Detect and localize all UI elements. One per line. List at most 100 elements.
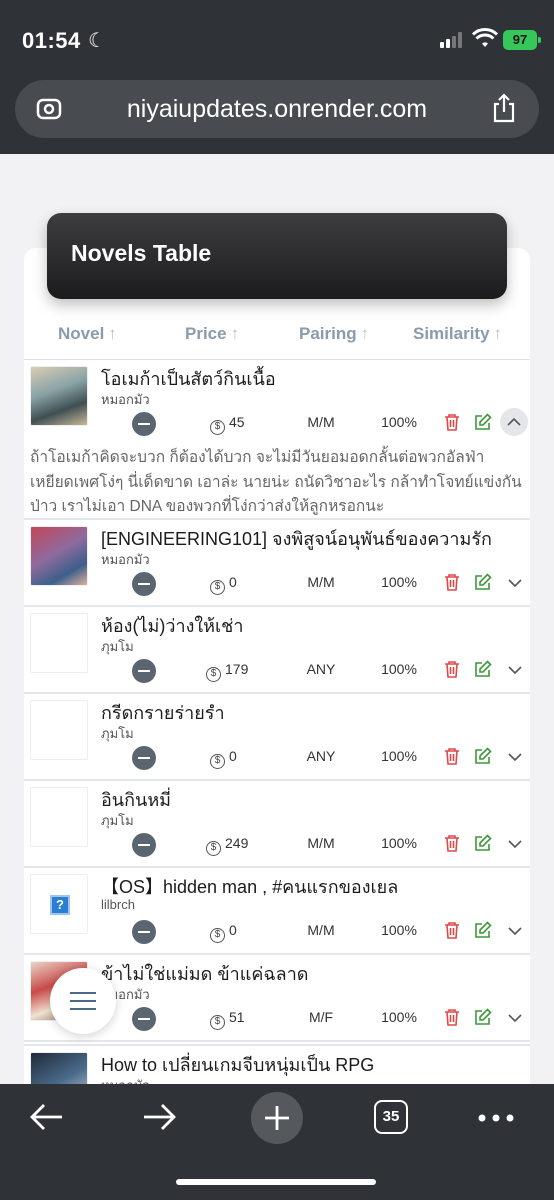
novel-author: ภุมโม — [101, 639, 134, 654]
table-row[interactable]: โอเมก้าเป็นสัตว์กินเนื้อ หมอกมัว $45 M/M… — [24, 360, 530, 520]
coin-icon: $ — [210, 754, 225, 769]
coin-icon: $ — [210, 420, 225, 435]
novel-cover-image — [30, 787, 88, 847]
price-value: 51 — [229, 1009, 245, 1025]
hamburger-line — [70, 1008, 96, 1010]
trash-icon[interactable] — [444, 573, 460, 591]
moon-icon: ☾ — [88, 30, 106, 52]
tab-switcher-button[interactable]: 35 — [374, 1100, 408, 1134]
hamburger-line — [70, 1000, 96, 1002]
column-header-similarity[interactable]: Similarity ↑ — [413, 324, 502, 344]
coin-icon: $ — [206, 667, 221, 682]
novel-title[interactable]: [ENGINEERING101] จงพิสูจน์อนุพันธ์ของควา… — [101, 524, 492, 553]
trash-icon[interactable] — [444, 921, 460, 939]
similarity: 100% — [381, 748, 417, 764]
chevron-down-icon[interactable] — [504, 920, 526, 942]
novel-description: ถ้าโอเมก้าคิดจะบวก ก็ต้องได้บวก จะไม่มีว… — [30, 449, 522, 515]
edit-icon[interactable] — [474, 1008, 492, 1026]
sort-arrow-icon: ↑ — [493, 324, 503, 343]
trash-icon[interactable] — [444, 747, 460, 765]
price: $51 — [210, 1009, 245, 1030]
chevron-down-icon[interactable] — [504, 746, 526, 768]
battery-indicator: 97 — [503, 30, 541, 50]
trash-icon[interactable] — [444, 834, 460, 852]
chevron-down-icon[interactable] — [504, 659, 526, 681]
sort-arrow-icon: ↑ — [360, 324, 370, 343]
back-arrow-icon[interactable] — [28, 1102, 64, 1132]
price-value: 45 — [229, 414, 245, 430]
table-row[interactable]: How to เปลี่ยนเกมจีบหนุ่มเป็น RPG หมอกมั… — [24, 1044, 530, 1084]
remove-button[interactable] — [132, 833, 156, 857]
novel-title[interactable]: 【OS】hidden man , #คนแรกของเยล — [101, 872, 398, 901]
url-text[interactable]: niyaiupdates.onrender.com — [15, 95, 539, 124]
collapse-button[interactable] — [500, 408, 528, 436]
more-options-icon[interactable] — [478, 1114, 514, 1122]
column-label: Novel — [58, 324, 105, 343]
table-row[interactable]: [ENGINEERING101] จงพิสูจน์อนุพันธ์ของควา… — [24, 520, 530, 607]
table-row[interactable]: อินกินหมี่ ภุมโม $249 M/M 100% — [24, 781, 530, 868]
similarity: 100% — [381, 414, 417, 430]
similarity: 100% — [381, 835, 417, 851]
clock: 01:54 — [22, 28, 81, 53]
similarity: 100% — [381, 574, 417, 590]
remove-button[interactable] — [132, 659, 156, 683]
remove-button[interactable] — [132, 920, 156, 944]
chevron-down-icon[interactable] — [504, 833, 526, 855]
remove-button[interactable] — [132, 412, 156, 436]
new-tab-button[interactable] — [251, 1092, 303, 1144]
share-icon[interactable] — [491, 93, 517, 123]
price: $179 — [206, 661, 248, 682]
pairing: M/M — [307, 835, 335, 851]
price-value: 0 — [229, 748, 237, 764]
edit-icon[interactable] — [474, 747, 492, 765]
sort-arrow-icon: ↑ — [108, 324, 117, 343]
column-label: Similarity — [413, 324, 490, 343]
price: $249 — [206, 835, 248, 856]
novel-cover-image — [30, 613, 88, 673]
pairing: ANY — [306, 661, 336, 677]
remove-button[interactable] — [132, 1007, 156, 1031]
edit-icon[interactable] — [474, 921, 492, 939]
address-bar[interactable]: niyaiupdates.onrender.com — [15, 80, 539, 138]
broken-image-icon: ? — [50, 895, 70, 915]
remove-button[interactable] — [132, 746, 156, 770]
price: $0 — [210, 574, 237, 595]
chevron-down-icon[interactable] — [504, 1007, 526, 1029]
novel-cover-image — [30, 526, 88, 586]
edit-icon[interactable] — [474, 573, 492, 591]
novel-author: หมอกมัว — [101, 552, 150, 567]
cellular-signal-icon — [440, 32, 466, 48]
chevron-up-icon — [507, 417, 521, 426]
coin-icon: $ — [206, 841, 221, 856]
sort-arrow-icon: ↑ — [230, 324, 240, 343]
card-header: Novels Table — [47, 213, 507, 299]
coin-icon: $ — [210, 580, 225, 595]
edit-icon[interactable] — [474, 413, 492, 431]
remove-button[interactable] — [132, 572, 156, 596]
browser-chrome-top: 01:54 ☾ 97 niyaiupdates.onrender.com — [0, 0, 554, 154]
similarity: 100% — [381, 661, 417, 677]
similarity: 100% — [381, 1009, 417, 1025]
status-bar: 01:54 ☾ 97 — [0, 0, 554, 78]
column-header-price[interactable]: Price ↑ — [185, 324, 239, 344]
trash-icon[interactable] — [444, 1008, 460, 1026]
column-header-pairing[interactable]: Pairing ↑ — [299, 324, 369, 344]
chevron-down-icon[interactable] — [504, 572, 526, 594]
table-row[interactable]: กรีดกรายร่ายรำ ภุมโม $0 ANY 100% — [24, 694, 530, 781]
edit-icon[interactable] — [474, 834, 492, 852]
novel-cover-image — [30, 1052, 88, 1084]
price: $0 — [210, 748, 237, 769]
forward-arrow-icon[interactable] — [142, 1102, 178, 1132]
trash-icon[interactable] — [444, 413, 460, 431]
plus-icon — [265, 1106, 289, 1130]
page-content: Novels Table Novel ↑ Price ↑ Pairing ↑ Simi… — [0, 154, 554, 1084]
column-header-novel[interactable]: Novel ↑ — [58, 324, 117, 344]
edit-icon[interactable] — [474, 660, 492, 678]
price: $45 — [210, 414, 245, 435]
table-row[interactable]: ห้อง(ไม่)ว่างให้เช่า ภุมโม $179 ANY 100% — [24, 607, 530, 694]
card-title: Novels Table — [71, 240, 212, 266]
menu-fab[interactable] — [50, 968, 116, 1034]
trash-icon[interactable] — [444, 660, 460, 678]
novel-cover-image — [30, 366, 88, 426]
table-row[interactable]: ? 【OS】hidden man , #คนแรกของเยล lilbrch … — [24, 868, 530, 955]
